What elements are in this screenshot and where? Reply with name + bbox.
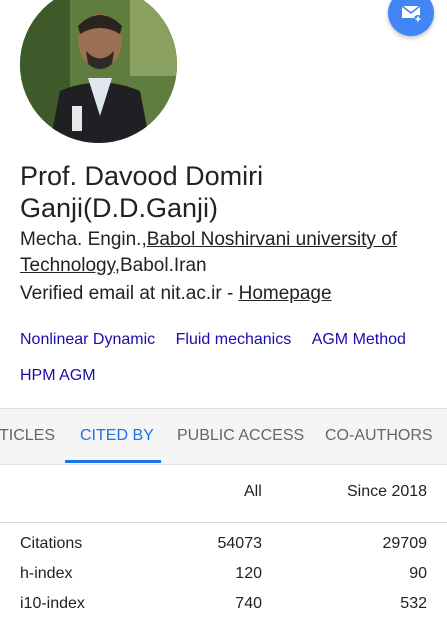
tab-cited-by[interactable]: CITED BY	[80, 409, 154, 464]
tab-public-access[interactable]: PUBLIC ACCESS	[177, 409, 304, 464]
tab-co-authors[interactable]: CO-AUTHORS	[325, 409, 433, 464]
row-label: h-index	[20, 565, 73, 582]
interest-link[interactable]: AGM Method	[312, 322, 406, 358]
table-row: i10-index 740 532	[0, 595, 447, 625]
verified-email: Verified email at nit.ac.ir - Homepage	[20, 281, 440, 307]
research-interests: Nonlinear Dynamic Fluid mechanics AGM Me…	[20, 322, 440, 394]
row-value-since: 29709	[382, 535, 428, 552]
stats-divider	[0, 522, 447, 523]
table-row: Citations 54073 29709	[0, 535, 447, 565]
row-label: Citations	[20, 535, 83, 552]
profile-name: Prof. Davood Domiri Ganji(D.D.Ganji)	[20, 161, 264, 223]
profile-photo	[20, 0, 177, 143]
email-add-icon	[401, 5, 422, 23]
follow-email-button[interactable]	[388, 0, 434, 36]
affiliation-prefix: Mecha. Engin.,	[20, 229, 147, 250]
tab-articles[interactable]: TICLES	[0, 409, 55, 464]
homepage-link[interactable]: Homepage	[239, 283, 332, 304]
column-header-since: Since 2018	[347, 483, 428, 500]
row-value-all: 54073	[217, 535, 263, 552]
row-value-since: 532	[400, 595, 427, 612]
row-value-all: 740	[235, 595, 262, 612]
column-header-all: All	[244, 483, 262, 500]
interest-link[interactable]: Nonlinear Dynamic	[20, 322, 155, 358]
row-value-since: 90	[409, 565, 427, 582]
interest-link[interactable]: HPM AGM	[20, 358, 96, 394]
row-value-all: 120	[235, 565, 262, 582]
table-row: h-index 120 90	[0, 565, 447, 595]
affiliation-suffix: ,Babol.Iran	[114, 255, 207, 276]
affiliation: Mecha. Engin.,Babol Noshirvani universit…	[20, 227, 430, 279]
email-text: Verified email at nit.ac.ir -	[20, 283, 239, 304]
profile-tabs: TICLES CITED BY PUBLIC ACCESS CO-AUTHORS	[0, 408, 447, 465]
interest-link[interactable]: Fluid mechanics	[176, 322, 292, 358]
active-tab-indicator	[65, 460, 161, 463]
row-label: i10-index	[20, 595, 85, 612]
